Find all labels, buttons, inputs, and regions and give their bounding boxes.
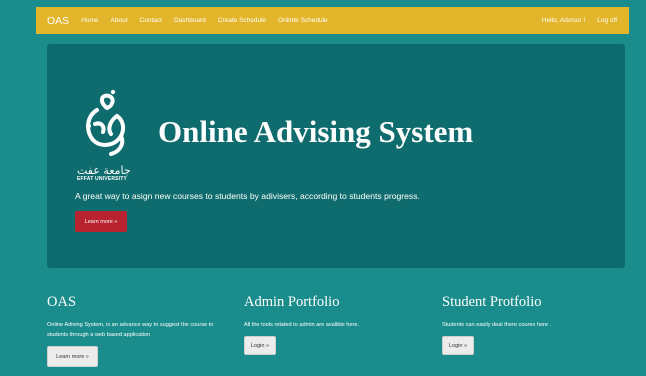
student-portfolio-heading: Student Protfolio [442, 294, 542, 310]
nav-online-schedule-link[interactable]: Onlinte Schedule [278, 17, 328, 24]
nav-create-schedule-link[interactable]: Create Schedule [218, 17, 266, 24]
logo-english-text: EFFAT UNIVERSITY [77, 176, 128, 182]
oas-column: OAS Online Adiving System, is an advance… [47, 294, 235, 367]
admin-portfolio-description: All the tools related to admin are avali… [244, 322, 360, 328]
nav-about-link[interactable]: About [111, 17, 128, 24]
oas-heading: OAS [47, 294, 77, 310]
admin-login-button[interactable]: Login » [244, 336, 276, 355]
hero-tagline: A great way to asign new courses to stud… [75, 191, 420, 201]
student-portfolio-column: Student Protfolio Students can easily de… [442, 294, 622, 355]
student-login-button[interactable]: Login » [442, 336, 474, 355]
nav-contact-link[interactable]: Contact [140, 17, 162, 24]
student-portfolio-description: Students can easily deal there coures he… [442, 322, 552, 328]
nav-dashboard-link[interactable]: Dashboard [174, 17, 206, 24]
admin-portfolio-heading: Admin Portfolio [244, 294, 340, 310]
hero-title: Online Advising System [158, 114, 474, 149]
oas-description: Online Adiving System, is an advance way… [47, 322, 214, 338]
brand-link[interactable]: OAS [47, 15, 69, 27]
logoff-link[interactable]: Log off [597, 17, 617, 24]
nav-home-link[interactable]: Home [81, 17, 98, 24]
top-navbar: OAS Home About Contact Dashboard Create … [36, 7, 629, 34]
effat-university-logo: جامعة عفت [77, 90, 131, 177]
hero-learn-more-button[interactable]: Learn more » [75, 211, 127, 232]
user-greeting-link[interactable]: Hello, Advisor ! [542, 17, 585, 24]
hero-jumbotron: جامعة عفت EFFAT UNIVERSITY Online Advisi… [47, 44, 625, 268]
oas-learn-more-button[interactable]: Learn more » [47, 346, 98, 367]
admin-portfolio-column: Admin Portfolio All the tools related to… [244, 294, 424, 355]
nav-user-area: Hello, Advisor ! Log off [542, 17, 629, 24]
